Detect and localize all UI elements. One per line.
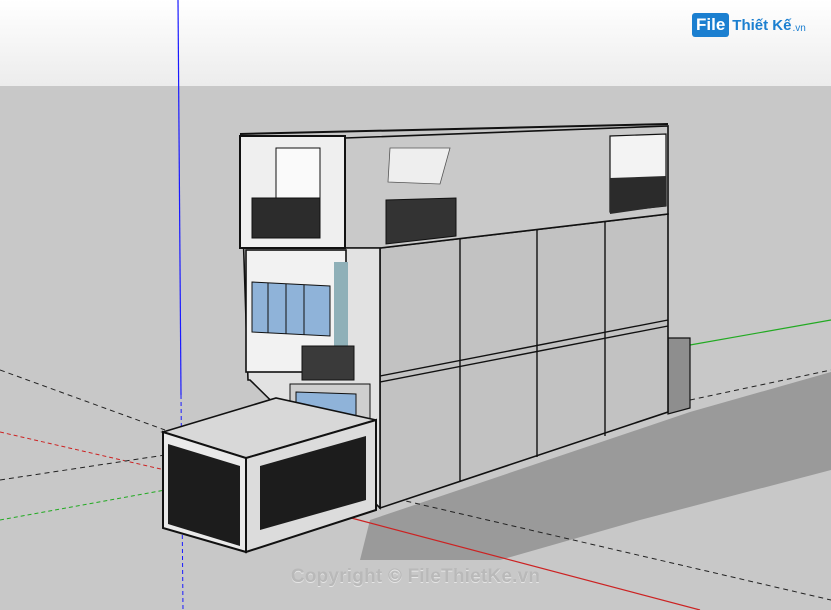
model-scene[interactable]	[0, 0, 831, 610]
mid-floor-inner-wall	[334, 262, 348, 348]
green-axis	[689, 319, 831, 346]
logo-name: Thiết Kế	[732, 16, 792, 34]
guide-dashed-4	[0, 454, 166, 481]
top-balcony-opening	[275, 147, 321, 205]
3d-viewport[interactable]: File Thiết Kế .vn Copyright © FileThietK…	[0, 0, 831, 610]
top-balcony-rail	[251, 197, 321, 239]
green-axis-dashed	[0, 489, 166, 521]
mid-floor-balcony-rail	[301, 345, 355, 381]
top-floor-rail	[385, 197, 457, 245]
top-floor-louver	[387, 147, 451, 185]
copyright-watermark: Copyright © FileThietKe.vn	[290, 566, 541, 587]
logo-domain: .vn	[792, 22, 806, 34]
logo-file-badge: File	[692, 13, 730, 37]
guide-dashed-1	[0, 369, 166, 431]
blue-axis	[177, 0, 182, 396]
mid-floor-glass	[251, 281, 331, 337]
brand-logo: File Thiết Kế .vn	[692, 10, 806, 40]
rear-annex	[667, 337, 691, 415]
red-axis-dashed	[0, 431, 166, 471]
